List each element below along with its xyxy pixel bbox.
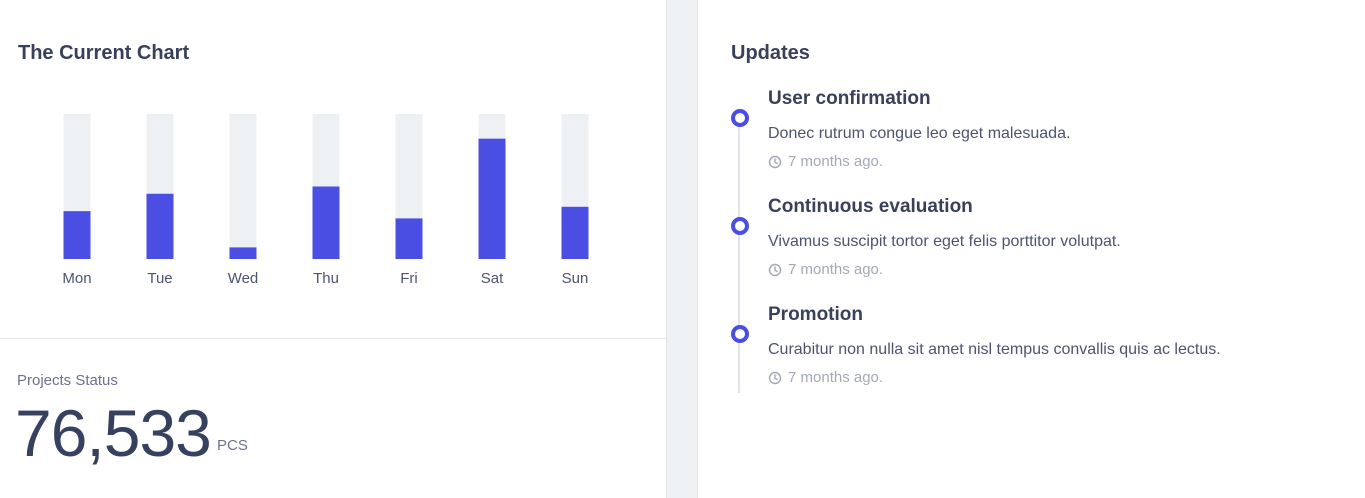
bar-wed[interactable] (229, 247, 257, 259)
updates-title: Updates (731, 42, 810, 64)
clock-icon (768, 155, 782, 168)
x-tick-label: Tue (147, 270, 172, 287)
bar-mon[interactable] (63, 211, 91, 259)
bar-fri[interactable] (395, 218, 423, 259)
timeline-item-description: Donec rutrum congue leo eget malesuada. (768, 125, 1071, 142)
timeline-dot-icon (731, 109, 749, 127)
projects-status-label: Projects Status (17, 372, 118, 389)
updates-card: Updates User confirmation Donec rutrum c… (698, 0, 1365, 498)
clock-icon (768, 263, 782, 276)
bar-track (229, 114, 257, 259)
timeline-item-title[interactable]: User confirmation (768, 88, 931, 110)
timeline-item-time: 7 months ago. (768, 261, 883, 278)
timeline-dot-icon (731, 325, 749, 343)
timeline-dot-icon (731, 217, 749, 235)
timeline-item-title[interactable]: Promotion (768, 304, 863, 326)
card-divider (0, 338, 666, 339)
projects-status-unit: PCS (217, 437, 248, 454)
chart-card-title: The Current Chart (18, 42, 190, 64)
timeline-item-title[interactable]: Continuous evaluation (768, 196, 973, 218)
bar-tue[interactable] (146, 193, 174, 259)
x-tick-label: Fri (400, 270, 418, 287)
bar-sun[interactable] (561, 206, 589, 259)
x-tick-label: Sat (481, 270, 504, 287)
timeline-item-description: Curabitur non nulla sit amet nisl tempus… (768, 341, 1221, 358)
timeline-item-time: 7 months ago. (768, 369, 883, 386)
x-tick-label: Wed (228, 270, 259, 287)
timeline-item-description: Vivamus suscipit tortor eget felis portt… (768, 233, 1121, 250)
clock-icon (768, 371, 782, 384)
current-chart-card: The Current Chart Mon Tue Wed Thu Fri Sat Sun … (0, 0, 666, 498)
bar-chart: Mon Tue Wed Thu Fri Sat Sun (62, 114, 589, 287)
bar-thu[interactable] (312, 186, 340, 260)
x-tick-label: Sun (562, 270, 589, 287)
projects-status-value: 76,533 (15, 396, 212, 470)
column-gutter (666, 0, 698, 498)
timeline-item-time-text: 7 months ago. (788, 261, 884, 278)
timeline-item-time-text: 7 months ago. (788, 153, 884, 170)
timeline-line (738, 117, 740, 393)
x-tick-label: Thu (313, 270, 339, 287)
x-tick-label: Mon (62, 270, 91, 287)
timeline-item-time: 7 months ago. (768, 153, 883, 170)
bar-sat[interactable] (478, 138, 506, 259)
timeline-item-time-text: 7 months ago. (788, 369, 884, 386)
